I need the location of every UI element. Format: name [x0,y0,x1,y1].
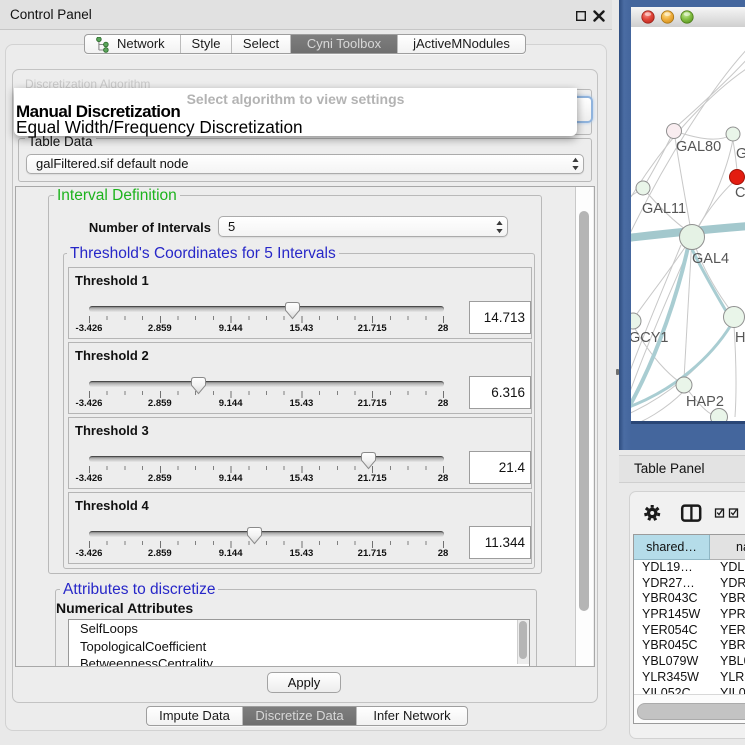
svg-text:GAL11: GAL11 [642,201,686,217]
svg-text:C: C [735,185,745,201]
svg-text:G.: G. [736,146,745,162]
svg-text:GAL4: GAL4 [692,251,729,267]
svg-text:GCY1: GCY1 [631,330,669,346]
svg-text:HAP2: HAP2 [686,394,724,410]
svg-text:H: H [735,330,745,346]
svg-text:GAL80: GAL80 [676,139,721,155]
